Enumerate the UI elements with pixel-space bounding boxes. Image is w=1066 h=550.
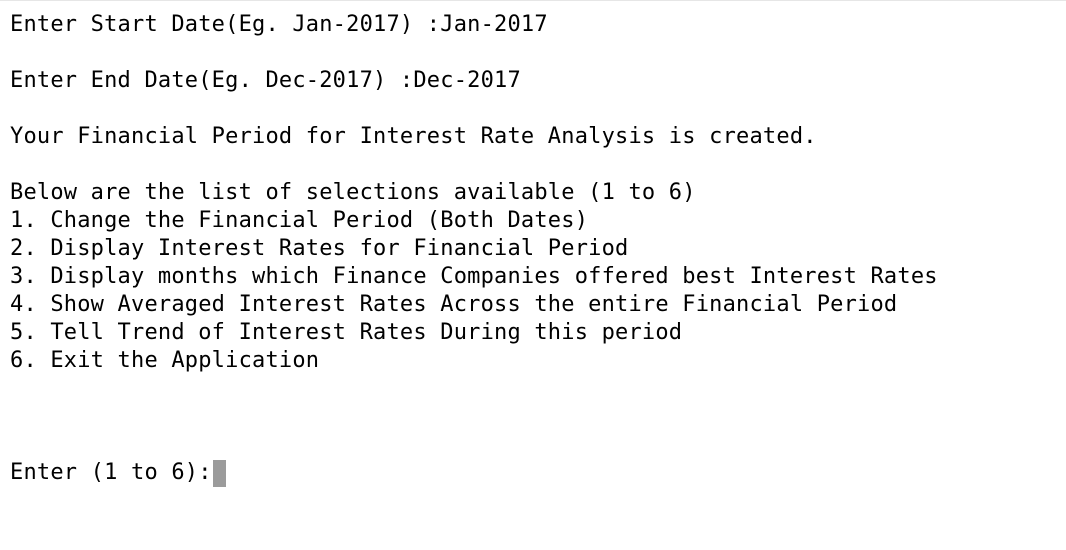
text-cursor [212,459,226,487]
menu-option-exit: 6. Exit the Application [10,348,320,373]
menu-option-trend: 5. Tell Trend of Interest Rates During t… [10,320,683,345]
start-date-value: Jan-2017 [440,12,548,37]
menu-option-display-rates: 2. Display Interest Rates for Financial … [10,236,629,261]
menu-option-change-period: 1. Change the Financial Period (Both Dat… [10,208,589,233]
end-date-value: Dec-2017 [413,68,521,93]
selection-prompt-label: Enter (1 to 6): [10,460,212,485]
start-date-prompt: Enter Start Date(Eg. Jan-2017) :Jan-2017 [10,11,1066,39]
menu-option-best-months: 3. Display months which Finance Companie… [10,264,938,289]
terminal-window[interactable]: Enter Start Date(Eg. Jan-2017) :Jan-2017… [0,0,1066,550]
end-date-prompt: Enter End Date(Eg. Dec-2017) :Dec-2017 [10,67,1066,95]
menu-header: Below are the list of selections availab… [10,180,696,205]
selection-prompt[interactable]: Enter (1 to 6): [10,459,1066,487]
status-message: Your Financial Period for Interest Rate … [10,124,817,149]
menu-option-averaged-rates: 4. Show Averaged Interest Rates Across t… [10,292,898,317]
end-date-label: Enter End Date(Eg. Dec-2017) : [10,68,414,93]
start-date-label: Enter Start Date(Eg. Jan-2017) : [10,12,441,37]
